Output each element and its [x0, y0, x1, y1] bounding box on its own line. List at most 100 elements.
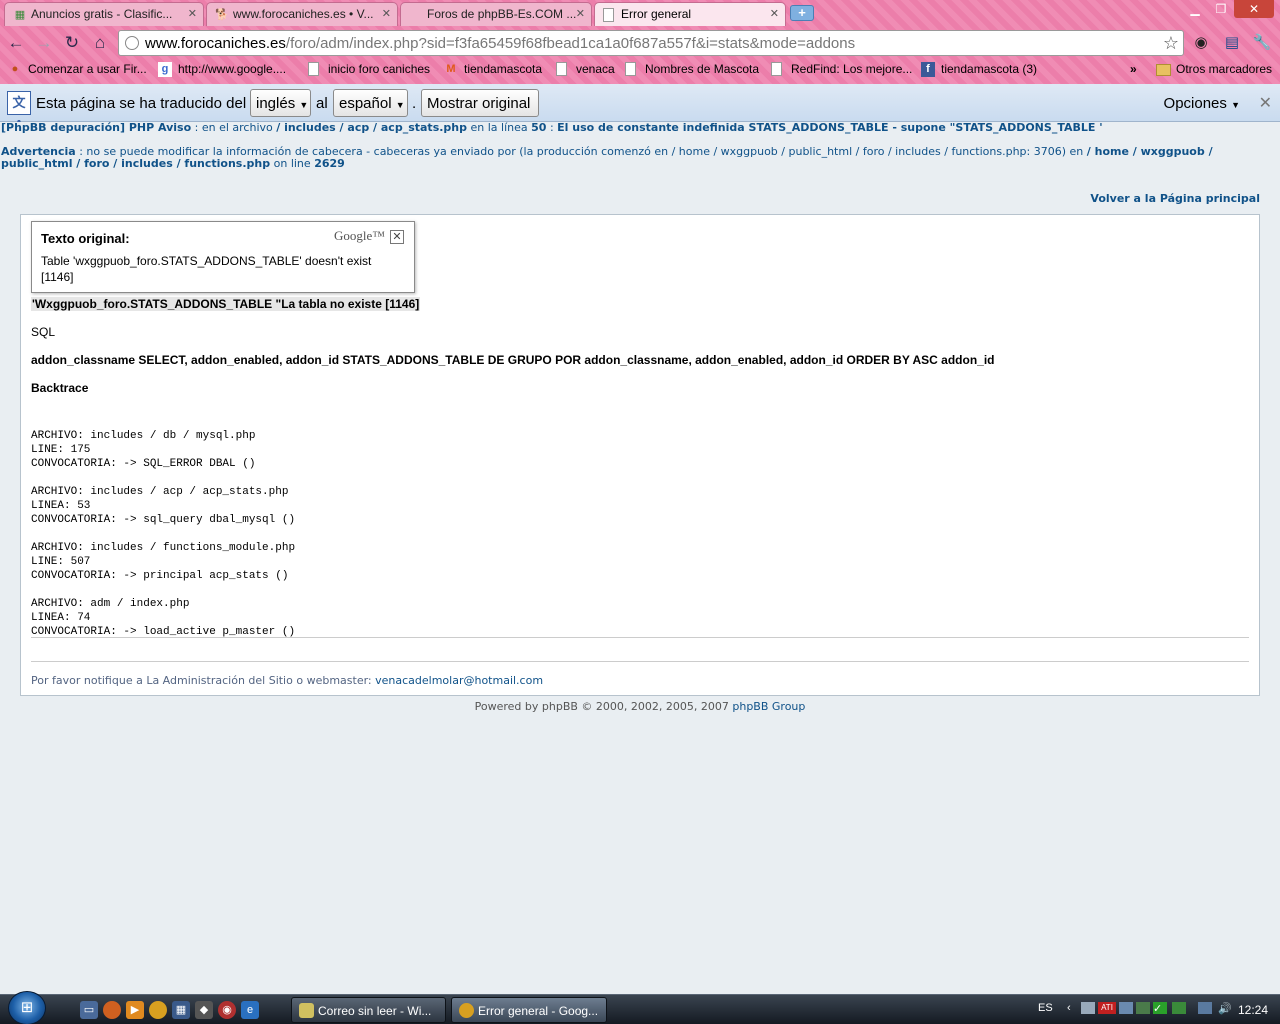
app-icon[interactable]: ◉ — [218, 1001, 236, 1019]
page-icon — [771, 62, 782, 76]
minimize-icon[interactable]: ▁ — [1182, 0, 1208, 18]
reload-icon[interactable]: ↻ — [60, 32, 84, 54]
back-arrow-icon[interactable]: ← — [4, 32, 28, 54]
window-close-icon[interactable]: ✕ — [1234, 0, 1274, 18]
tab-forocaniches[interactable]: 🐕 www.forocaniches.es • V... ✕ — [206, 2, 398, 26]
translate-options-menu[interactable]: Opciones ▼ — [1164, 95, 1240, 112]
tray-app-icon[interactable] — [1172, 1002, 1186, 1014]
infobar-close-icon[interactable]: ✕ — [1259, 93, 1272, 113]
bookmark-label: http://www.google.... — [178, 62, 287, 76]
taskbar-item-label: Error general - Goog... — [478, 1004, 599, 1018]
phpbb-group-link[interactable]: phpBB Group — [732, 700, 805, 713]
bookmark-item[interactable]: Nombres de Mascota — [625, 62, 759, 76]
clock[interactable]: 12:24 — [1238, 1003, 1268, 1017]
firefox-icon[interactable] — [103, 1001, 121, 1019]
target-language-select[interactable]: español ▼ — [333, 89, 408, 117]
page-info-icon[interactable] — [125, 36, 139, 50]
page-icon — [625, 62, 636, 76]
bookmark-item[interactable]: venaca — [556, 62, 615, 76]
powered-by-footer: Powered by phpBB © 2000, 2002, 2005, 200… — [0, 700, 1280, 713]
extension-icon[interactable]: ◉ — [1191, 33, 1211, 53]
app-icon[interactable]: ◆ — [195, 1001, 213, 1019]
backtrace-entry: ARCHIVO: includes / functions_module.php… — [31, 542, 296, 582]
wrench-icon[interactable]: 🔧 — [1252, 33, 1272, 53]
warning-line: 2629 — [314, 157, 345, 170]
popup-title: Texto original: — [41, 231, 130, 246]
sql-label: SQL — [31, 325, 56, 339]
show-original-button[interactable]: Mostrar original — [421, 89, 539, 117]
target-language-value: español — [339, 95, 392, 112]
language-indicator[interactable]: ES — [1038, 1002, 1053, 1014]
media-player-icon[interactable]: ▶ — [126, 1001, 144, 1019]
bookmark-label: Otros marcadores — [1176, 62, 1273, 76]
original-text: Table 'wxggpuob_foro.STATS_ADDONS_TABLE'… — [41, 254, 372, 284]
bookmark-label: Nombres de Mascota — [645, 62, 760, 76]
close-icon[interactable]: ✕ — [188, 7, 197, 20]
security-check-icon[interactable]: ✓ — [1153, 1002, 1167, 1015]
backtrace-entry: ARCHIVO: includes / db / mysql.php LINE:… — [31, 430, 256, 470]
ati-icon[interactable]: ATI — [1098, 1002, 1116, 1014]
taskbar-item-mail[interactable]: Correo sin leer - Wi... — [291, 997, 446, 1023]
close-icon[interactable]: ✕ — [770, 7, 779, 20]
tab-title: Foros de phpBB-Es.COM ... — [427, 7, 577, 21]
notice-file: / includes / acp / acp_stats.php — [276, 121, 467, 134]
source-language-select[interactable]: inglés ▼ — [250, 89, 311, 117]
bookmark-item[interactable]: ● Comenzar a usar Fir... — [8, 62, 147, 76]
start-button[interactable]: ⊞ — [8, 991, 46, 1024]
tray-expand-chevron-icon[interactable]: ‹ — [1067, 1002, 1071, 1014]
volume-icon[interactable]: 🔊 — [1218, 1002, 1232, 1015]
google-logo: Google™ — [334, 228, 386, 243]
google-icon: g — [158, 62, 172, 77]
classifieds-icon: ▦ — [14, 9, 26, 21]
bookmark-star-icon[interactable]: ☆ — [1163, 33, 1179, 54]
translate-dot: . — [412, 95, 417, 112]
wifi-icon[interactable] — [1136, 1002, 1150, 1014]
tab-title: Anuncios gratis - Clasific... — [31, 7, 173, 21]
network-users-icon[interactable] — [1119, 1002, 1133, 1014]
taskbar-item-chrome[interactable]: Error general - Goog... — [451, 997, 607, 1023]
close-icon[interactable]: ✕ — [382, 7, 391, 20]
warning-text: on line — [273, 157, 311, 170]
bookmark-item[interactable]: Mtiendamascota — [444, 62, 542, 76]
notify-label: Por favor notifique a La Administración … — [31, 674, 372, 687]
tray-app-icon[interactable] — [1081, 1002, 1095, 1014]
close-icon[interactable]: ✕ — [576, 7, 585, 20]
notice-label: [PhpBB depuración] PHP Aviso — [1, 121, 192, 134]
translate-infobar: 文A Esta página se ha traducido del inglé… — [0, 84, 1280, 132]
other-bookmarks-folder[interactable]: Otros marcadores — [1156, 62, 1272, 76]
webmaster-email-link[interactable]: venacadelmolar@hotmail.com — [375, 674, 543, 687]
popup-close-icon[interactable]: ✕ — [390, 230, 404, 244]
phpbb-icon — [409, 8, 423, 22]
show-desktop-icon[interactable]: ▭ — [80, 1001, 98, 1019]
bookmark-item[interactable]: inicio foro caniches — [308, 62, 430, 76]
bookmarks-overflow-chevron-icon[interactable]: » — [1130, 62, 1137, 76]
bookmarks-bar: ● Comenzar a usar Fir... g http://www.goog… — [0, 58, 1280, 82]
page-icon — [603, 8, 614, 22]
bookmark-label: RedFind: Los mejore... — [791, 62, 913, 76]
maximize-icon[interactable]: ❐ — [1208, 0, 1234, 18]
back-to-index-link[interactable]: Volver a la Página principal — [1090, 192, 1260, 205]
switch-windows-icon[interactable]: ▦ — [172, 1001, 190, 1019]
page-menu-icon[interactable]: ▤ — [1222, 33, 1242, 53]
notice-text: : en el archivo — [194, 121, 273, 134]
translate-message: Esta página se ha traducido del — [36, 95, 247, 112]
backtrace-entry: ARCHIVO: includes / acp / acp_stats.php … — [31, 486, 296, 526]
tab-error-general[interactable]: Error general ✕ — [594, 2, 786, 26]
internet-explorer-icon[interactable]: e — [241, 1001, 259, 1019]
tab-classifieds[interactable]: ▦ Anuncios gratis - Clasific... ✕ — [4, 2, 204, 26]
network-icon[interactable] — [1198, 1002, 1212, 1014]
bookmark-item[interactable]: f tiendamascota (3) — [921, 62, 1037, 77]
new-tab-button[interactable]: + — [790, 5, 814, 21]
bookmark-item[interactable]: g http://www.google.... — [158, 62, 287, 77]
tab-phpbb[interactable]: Foros de phpBB-Es.COM ... ✕ — [400, 2, 592, 26]
divider — [31, 661, 1249, 662]
home-icon[interactable]: ⌂ — [88, 32, 112, 54]
source-language-value: inglés — [256, 95, 296, 112]
bookmark-label: tiendamascota — [464, 62, 543, 76]
bookmark-item[interactable]: RedFind: Los mejore... — [771, 62, 912, 76]
php-notice: [PhpBB depuración] PHP Aviso : en el arc… — [1, 122, 1271, 134]
address-bar[interactable]: www.forocaniches.es/foro/adm/index.php?s… — [118, 30, 1184, 56]
forward-arrow-icon[interactable]: → — [32, 32, 56, 54]
chevron-down-icon: ▼ — [299, 100, 309, 110]
chrome-icon[interactable] — [149, 1001, 167, 1019]
